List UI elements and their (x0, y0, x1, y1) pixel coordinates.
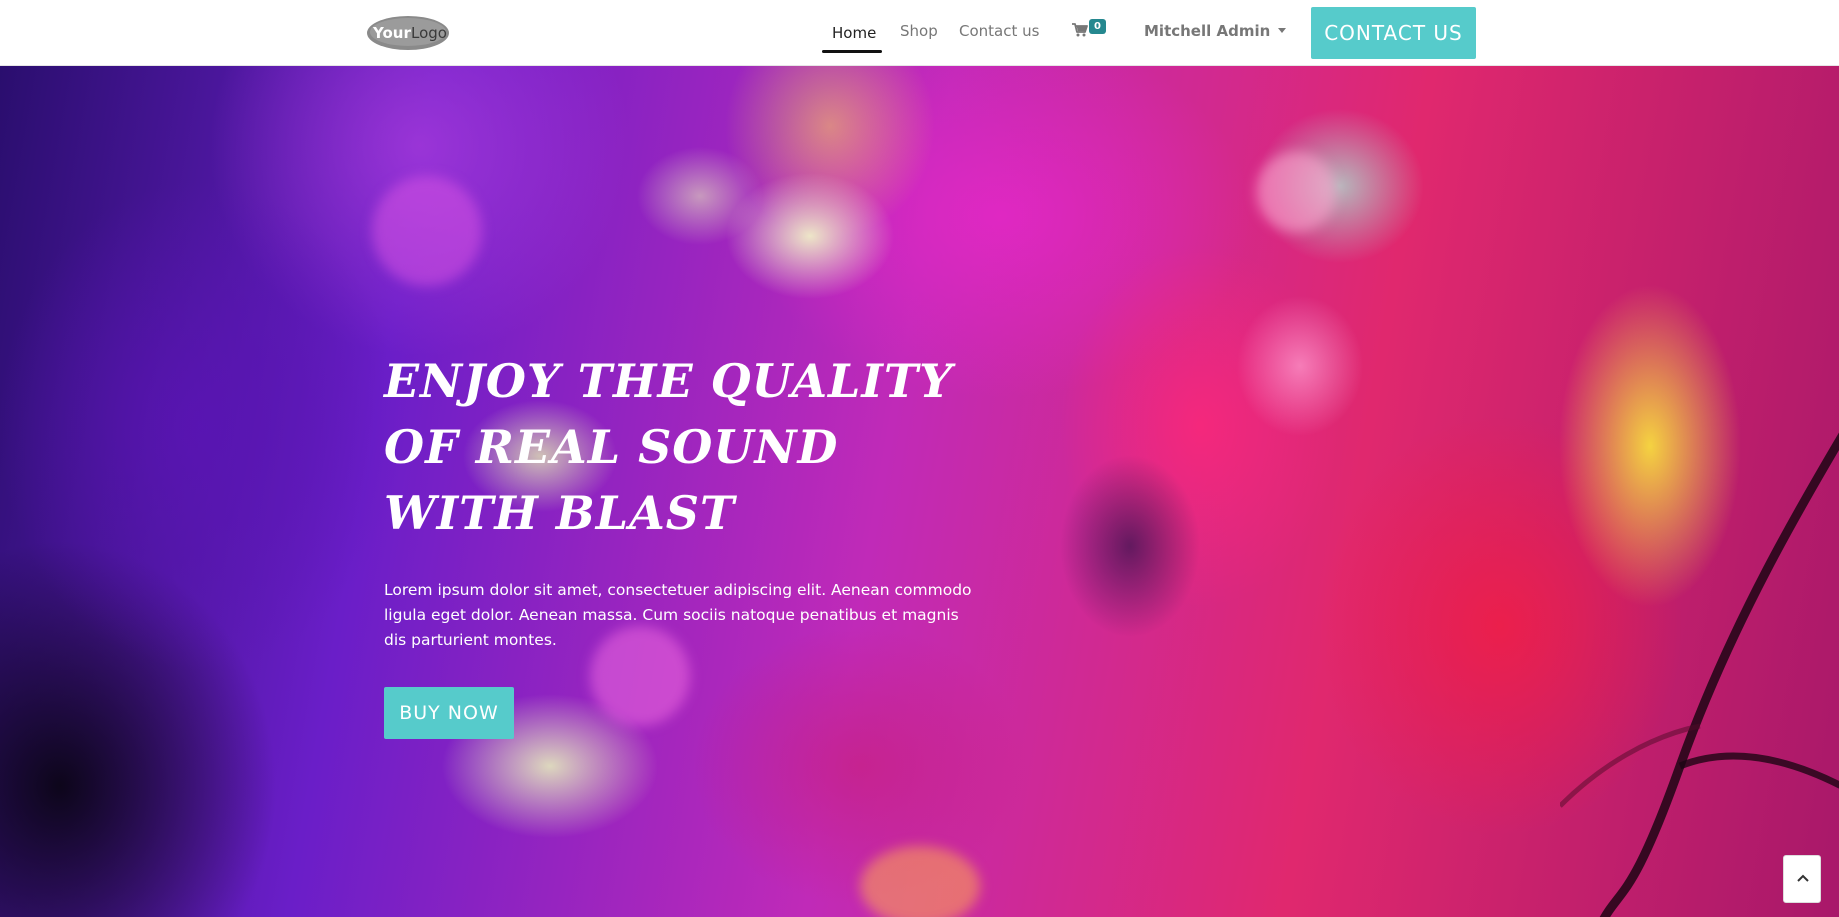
cart-count-badge: 0 (1089, 19, 1106, 34)
bokeh-light (1256, 152, 1336, 232)
cart-button[interactable]: 0 (1072, 19, 1108, 45)
plant-stem-silhouette (1560, 432, 1839, 917)
chevron-up-icon (1797, 874, 1809, 882)
svg-text:Your: Your (372, 24, 411, 42)
svg-text:Logo: Logo (411, 24, 447, 42)
hero-banner: ENJOY THE QUALITY OF REAL SOUND WITH BLA… (0, 66, 1839, 917)
caret-down-icon (1278, 28, 1287, 33)
nav-contact-link[interactable]: Contact us (959, 20, 1039, 44)
hero-description: Lorem ipsum dolor sit amet, consectetuer… (384, 581, 972, 649)
bokeh-light (860, 846, 980, 917)
shopping-cart-icon (1072, 23, 1088, 37)
user-name: Mitchell Admin (1144, 22, 1271, 40)
nav-shop-link[interactable]: Shop (900, 20, 938, 44)
active-nav-indicator (822, 50, 882, 53)
user-menu-dropdown[interactable]: Mitchell Admin (1144, 20, 1287, 44)
site-header: Your Logo Home Shop Contact us 0 Mitchel… (0, 0, 1839, 66)
logo[interactable]: Your Logo (366, 15, 450, 51)
nav-home-link[interactable]: Home (832, 22, 876, 46)
logo-icon: Your Logo (367, 16, 449, 50)
bokeh-light (372, 176, 482, 286)
hero-title: ENJOY THE QUALITY OF REAL SOUND WITH BLA… (384, 354, 953, 540)
buy-now-button[interactable]: BUY NOW (384, 687, 514, 739)
header-contact-us-button[interactable]: CONTACT US (1311, 7, 1476, 59)
scroll-to-top-button[interactable] (1783, 855, 1821, 903)
